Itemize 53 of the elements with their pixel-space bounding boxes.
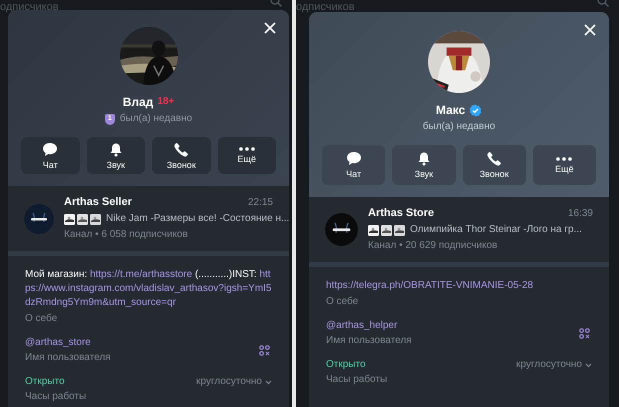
field-label: Часы работы [326,374,388,386]
age-label: 18+ [157,96,174,108]
phone-button[interactable]: Звонок [462,145,526,185]
message-time: 16:39 [568,208,593,220]
open-status: Открыто [25,376,65,388]
channel-meta: Канал • 20 629 подписчиков [368,240,498,252]
close-icon[interactable] [583,23,597,37]
more-button[interactable]: Ещё [218,137,276,174]
phone-icon [486,151,502,166]
message-preview: Nike Jam -Размеры все! -Состояние н... [106,213,289,225]
qr-code-icon[interactable] [579,328,590,339]
channel-title: Arthas Seller [64,196,132,209]
username-link[interactable]: @arthas_helper [326,320,412,332]
bell-button[interactable]: Звук [86,137,145,174]
profile-name: Макс [436,103,466,117]
chat-bubble-icon [42,142,58,156]
chat-button[interactable]: Чат [21,137,80,174]
qr-code-icon[interactable] [259,345,270,356]
bell-icon [108,142,123,156]
bell-icon [416,151,431,166]
open-status: Открыто [326,359,366,371]
chevron-down-icon [585,362,592,368]
channel-row[interactable]: Arthas Store 16:39 Олимпийка Thor Steinar -Лого на гр... Канал • 20 629 подписчиков [309,197,609,262]
hours-dropdown[interactable]: круглосуточно [516,359,592,371]
message-time: 22:15 [248,196,273,208]
backdrop-text: одписчиков [0,1,59,13]
field-label: Имя пользователя [326,335,412,347]
bio-link[interactable]: https://telegra.ph/OBRATITE-VNIMANIE-05-28 [326,279,592,293]
chevron-down-icon [265,380,272,384]
last-seen-status: был(а) недавно [422,121,496,133]
message-preview: Олимпийка Thor Steinar -Лого на гр... [410,224,582,236]
channel-row[interactable]: Arthas Seller 22:15 Nike Jam -Размеры все! -Состояние н... Канал • 6 058 подписчиков [8,186,289,251]
more-button[interactable]: Ещё [532,145,596,185]
profile-name: Влад [122,95,154,109]
last-seen-status: был(а) недавно [120,113,192,125]
field-label: О себе [326,296,360,308]
field-label: О себе [25,313,58,325]
close-icon[interactable] [263,21,277,35]
chat-bubble-icon [346,151,362,166]
more-icon [238,147,255,151]
field-label: Имя пользователя [25,352,111,364]
channel-title: Arthas Store [368,207,434,220]
bio-text: Мой магазин: https://t.me/arthasstore (...........)INST: https://www.instagram.com/vladislav_arthasov?igsh=YmI5dzRmdng5Ym9m&utm_source=qr [25,268,272,310]
backdrop-text: одписчиков [296,1,355,13]
phone-button[interactable]: Звонок [152,137,210,174]
more-icon [556,156,572,160]
bell-button[interactable]: Звук [392,145,456,185]
chat-button[interactable]: Чат [322,145,386,185]
hours-dropdown[interactable]: круглосуточно [196,376,272,388]
channel-meta: Канал • 6 058 подписчиков [64,229,189,241]
field-label: Часы работы [25,391,88,403]
phone-icon [174,142,189,156]
username-link[interactable]: @arthas_store [25,337,111,349]
